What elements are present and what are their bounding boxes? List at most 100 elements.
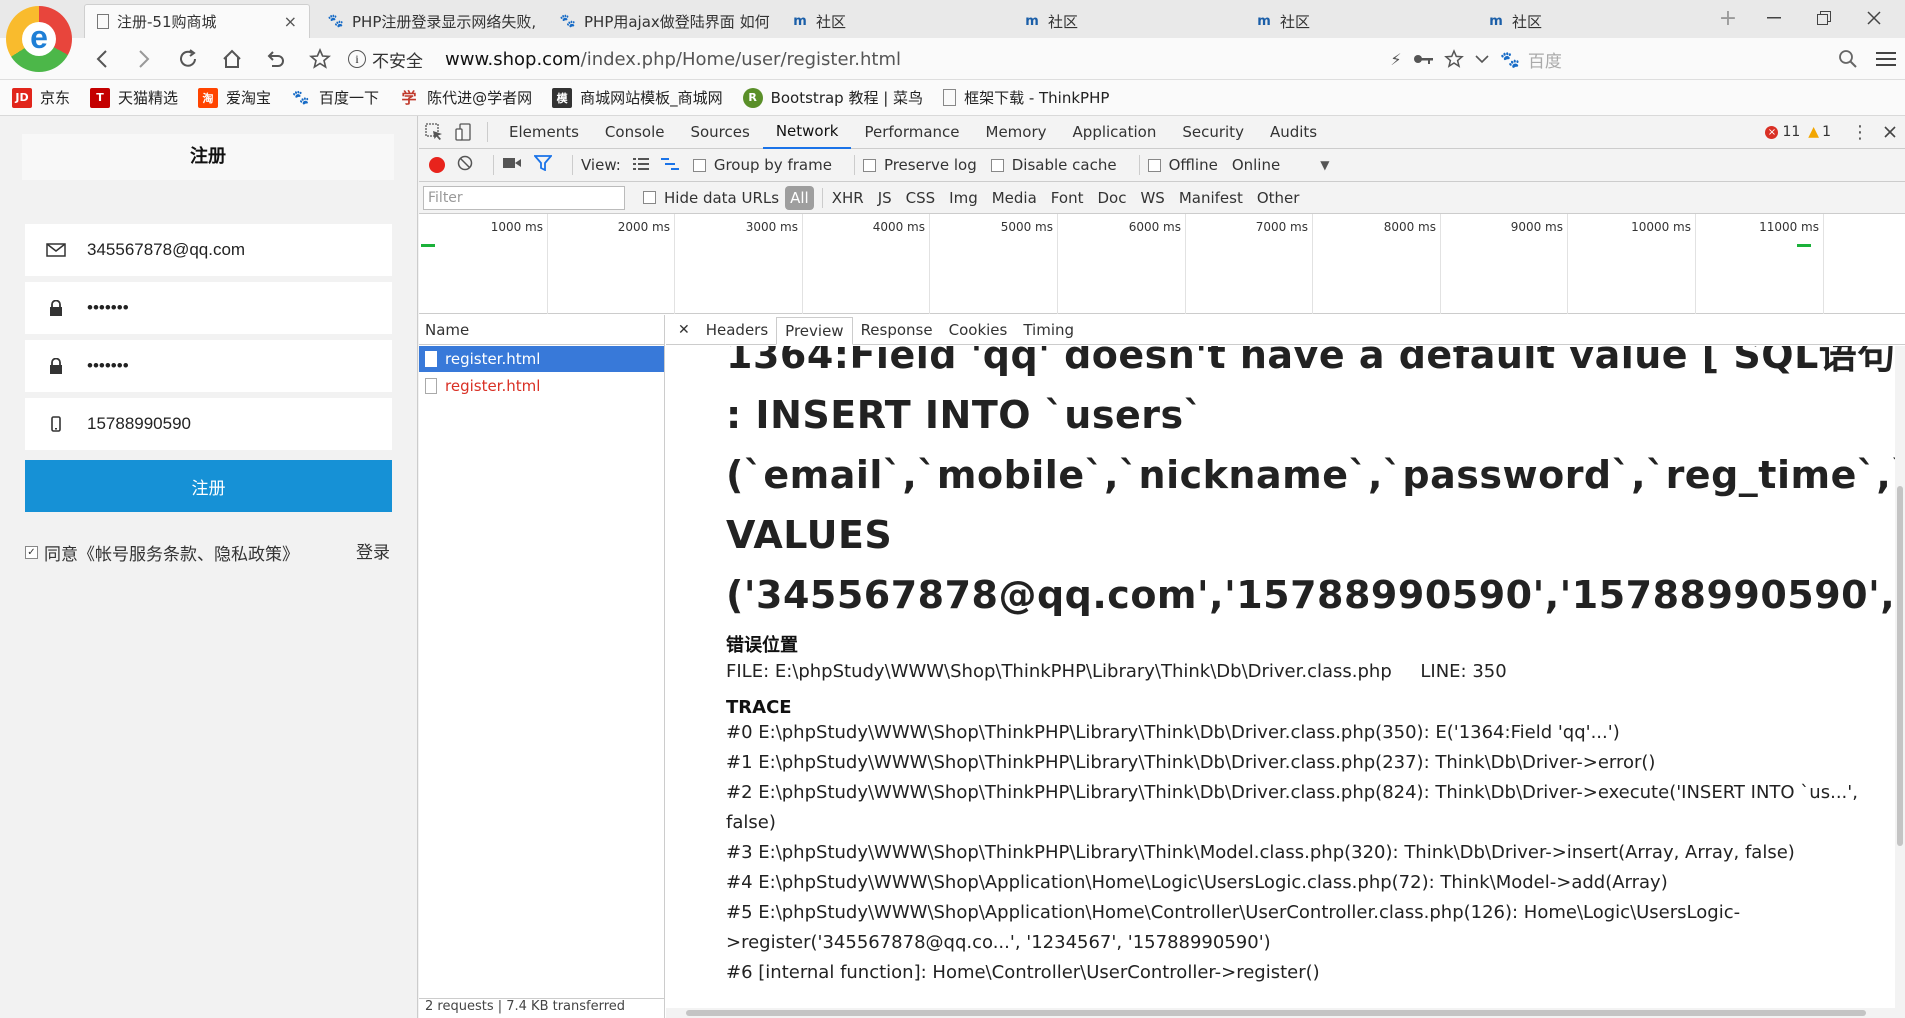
hide-data-urls-checkbox[interactable]: Hide data URLs xyxy=(643,189,779,207)
large-rows-button[interactable] xyxy=(632,156,649,174)
trace-line: #0 E:\phpStudy\WWW\Shop\ThinkPHP\Library… xyxy=(726,722,1620,743)
info-icon[interactable]: i xyxy=(348,50,366,68)
tab-community-4[interactable]: m 社区 xyxy=(1476,4,1702,38)
tab-memory[interactable]: Memory xyxy=(973,116,1060,149)
bookmark-thinkphp[interactable]: 框架下载 - ThinkPHP xyxy=(943,87,1109,108)
filter-type-doc[interactable]: Doc xyxy=(1090,186,1133,210)
email-field[interactable]: 345567878@qq.com xyxy=(25,224,392,276)
waterfall-button[interactable] xyxy=(660,156,679,174)
filter-type-media[interactable]: Media xyxy=(985,186,1044,210)
key-button[interactable] xyxy=(1408,44,1440,74)
password-field[interactable]: ••••••• xyxy=(25,282,392,334)
device-toolbar-button[interactable] xyxy=(449,116,479,149)
tab-php-ajax[interactable]: 🐾 PHP用ajax做登陆界面 如何 xyxy=(548,4,774,38)
tab-preview[interactable]: Preview xyxy=(776,317,853,345)
filter-type-all[interactable]: All xyxy=(785,185,814,210)
record-button[interactable] xyxy=(429,157,445,173)
filter-type-manifest[interactable]: Manifest xyxy=(1172,186,1250,210)
filter-type-js[interactable]: JS xyxy=(871,186,899,210)
favorite-button[interactable] xyxy=(304,44,336,74)
issue-counters[interactable]: × 11 ▲ 1 xyxy=(1765,124,1845,140)
reload-button[interactable] xyxy=(172,44,204,74)
community-icon: m xyxy=(1025,13,1039,29)
bookmark-jd[interactable]: JD 京东 xyxy=(12,87,70,108)
security-indicator[interactable]: 不安全 xyxy=(372,47,423,72)
filter-type-img[interactable]: Img xyxy=(942,186,985,210)
request-row[interactable]: register.html xyxy=(419,346,664,372)
mobile-field[interactable]: 15788990590 xyxy=(25,398,392,450)
new-tab-button[interactable]: + xyxy=(1704,4,1752,32)
tab-sources[interactable]: Sources xyxy=(677,116,762,149)
bookmark-scholar[interactable]: 学陈代进@学者网 xyxy=(399,87,533,108)
tab-community-1[interactable]: m 社区 xyxy=(780,4,1006,38)
filter-type-css[interactable]: CSS xyxy=(899,186,943,210)
confirm-password-field[interactable]: ••••••• xyxy=(25,340,392,392)
tab-network[interactable]: Network xyxy=(762,116,852,149)
home-button[interactable] xyxy=(216,44,248,74)
login-link[interactable]: 登录 xyxy=(356,538,390,563)
bookmark-bootstrap[interactable]: R Bootstrap 教程 | 菜鸟 xyxy=(742,87,923,108)
bookmark-tmall[interactable]: T 天猫精选 xyxy=(90,87,178,108)
register-button[interactable]: 注册 xyxy=(25,460,392,512)
back-button[interactable] xyxy=(86,44,118,74)
tab-audits[interactable]: Audits xyxy=(1257,116,1330,149)
group-by-frame-checkbox[interactable]: Group by frame xyxy=(692,156,832,174)
vertical-scrollbar[interactable] xyxy=(1895,346,1905,1018)
address-dropdown[interactable] xyxy=(1466,44,1498,74)
close-window-button[interactable] xyxy=(1850,4,1898,32)
horizontal-scrollbar[interactable] xyxy=(666,1008,1905,1018)
search-input[interactable]: 🐾 百度 xyxy=(1500,46,1880,72)
filter-type-font[interactable]: Font xyxy=(1044,186,1091,210)
devtools-close-button[interactable] xyxy=(1875,116,1905,149)
tab-console[interactable]: Console xyxy=(592,116,678,149)
filter-input[interactable]: Filter xyxy=(423,185,625,210)
filter-type-ws[interactable]: WS xyxy=(1133,186,1171,210)
address-bar[interactable]: i 不安全 www.shop.com/index.php/Home/user/r… xyxy=(348,45,901,73)
tab-register[interactable]: 注册-51购商城 × xyxy=(84,4,310,38)
tab-php-register[interactable]: 🐾 PHP注册登录显示网络失败, xyxy=(316,4,542,38)
name-column-header[interactable]: Name xyxy=(419,315,664,345)
close-icon[interactable]: ✕ xyxy=(670,316,698,344)
tab-response[interactable]: Response xyxy=(853,316,941,344)
view-label: View: xyxy=(581,156,621,174)
disable-cache-checkbox[interactable]: Disable cache xyxy=(990,156,1117,174)
clear-button[interactable] xyxy=(457,155,473,175)
filter-type-xhr[interactable]: XHR xyxy=(825,186,871,210)
preview-pane[interactable]: 1364:Field 'qq' doesn't have a default v… xyxy=(666,346,1905,1018)
tab-performance[interactable]: Performance xyxy=(851,116,972,149)
tab-elements[interactable]: Elements xyxy=(496,116,592,149)
tab-cookies[interactable]: Cookies xyxy=(941,316,1016,344)
tab-headers[interactable]: Headers xyxy=(698,316,776,344)
network-overview[interactable]: 1000 ms 2000 ms 3000 ms 4000 ms 5000 ms 6000 … xyxy=(419,214,1905,314)
search-button[interactable] xyxy=(1832,44,1864,74)
tab-application[interactable]: Application xyxy=(1060,116,1170,149)
forward-button[interactable] xyxy=(128,44,160,74)
inspect-element-button[interactable] xyxy=(419,116,449,149)
mobile-phone-icon xyxy=(25,416,87,432)
bookmark-template[interactable]: 模商城网站模板_商城网 xyxy=(552,87,723,108)
scrollbar-thumb[interactable] xyxy=(686,1010,1866,1016)
restore-button[interactable] xyxy=(1800,4,1848,32)
tab-community-3[interactable]: m 社区 xyxy=(1244,4,1470,38)
filter-type-other[interactable]: Other xyxy=(1250,186,1307,210)
tab-timing[interactable]: Timing xyxy=(1015,316,1082,344)
filter-toggle-button[interactable] xyxy=(533,155,553,175)
checkbox-label: Offline xyxy=(1168,156,1218,174)
scrollbar-thumb[interactable] xyxy=(1897,486,1903,846)
agree-terms[interactable]: ✓ 同意《帐号服务条款、隐私政策》 xyxy=(25,540,299,565)
checkbox-checked-icon[interactable]: ✓ xyxy=(25,546,38,559)
bookmark-baidu[interactable]: 🐾 百度一下 xyxy=(291,87,379,108)
screenshot-button[interactable] xyxy=(502,156,522,174)
close-icon[interactable]: × xyxy=(276,12,297,31)
offline-checkbox[interactable]: Offline xyxy=(1147,156,1218,174)
devtools-menu-button[interactable]: ⋮ xyxy=(1845,116,1875,149)
minimize-button[interactable] xyxy=(1750,4,1798,32)
request-row[interactable]: register.html xyxy=(419,373,664,399)
preserve-log-checkbox[interactable]: Preserve log xyxy=(862,156,977,174)
menu-button[interactable] xyxy=(1870,44,1902,74)
throttle-select[interactable]: Online ▼ xyxy=(1232,156,1330,174)
tab-security[interactable]: Security xyxy=(1169,116,1257,149)
tab-community-2[interactable]: m 社区 xyxy=(1012,4,1238,38)
undo-close-button[interactable] xyxy=(260,44,292,74)
bookmark-aitaobao[interactable]: 淘爱淘宝 xyxy=(198,87,271,108)
